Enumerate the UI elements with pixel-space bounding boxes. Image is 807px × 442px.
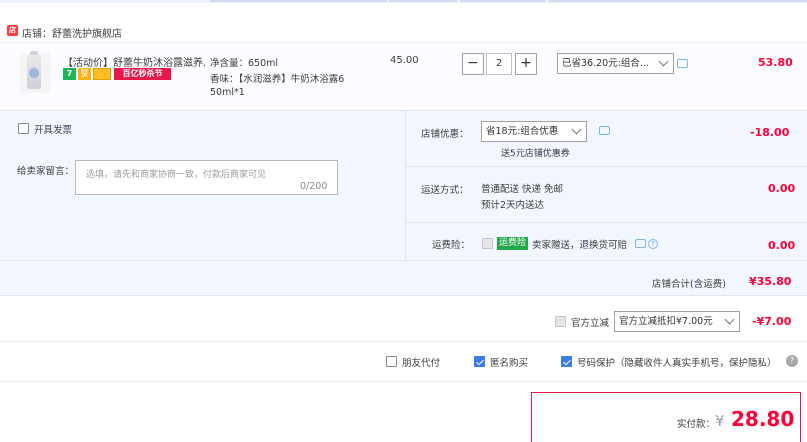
- shipping-amount: 0.00: [768, 182, 796, 195]
- store-discount-select[interactable]: 省18元:组合优惠: [481, 121, 587, 142]
- item-subtotal: 53.80: [758, 56, 793, 69]
- shipping-method: 普通配送 快递 免邮: [481, 184, 564, 195]
- spec-scent-cont: 50ml*1: [210, 87, 245, 98]
- order-options-panel: [0, 110, 807, 296]
- quantity-input[interactable]: 2: [486, 53, 512, 75]
- chevron-down-icon: [724, 314, 735, 325]
- freight-insurance-label: 运费险：: [432, 240, 471, 251]
- quantity-decrement-button[interactable]: −: [462, 53, 484, 75]
- panel-divider: [405, 166, 807, 167]
- product-image: [29, 68, 39, 78]
- store-discount-amount: -18.00: [750, 126, 790, 139]
- chevron-down-icon: [658, 56, 669, 67]
- section-divider: [0, 341, 807, 342]
- spec-net-content: 净含量：650ml: [210, 55, 278, 69]
- message-icon[interactable]: [677, 59, 688, 68]
- store-total-value: ¥35.80: [749, 275, 792, 288]
- payment-amount: 28.80: [731, 407, 795, 431]
- official-discount-select[interactable]: 官方立减抵扣¥7.00元: [614, 311, 740, 332]
- store-name[interactable]: 店铺：舒蕾洗护旗舰店: [22, 25, 122, 40]
- panel-divider: [405, 222, 807, 223]
- header-divider: [210, 0, 387, 2]
- chevron-down-icon: [571, 124, 582, 135]
- freight-insurance-text: 卖家赠送，退换货可赔: [532, 240, 628, 251]
- message-placeholder: 选填，请先和商家协商一致，付款后商家可见: [86, 170, 267, 180]
- freight-insurance-tag: 运费险: [497, 237, 529, 250]
- store-total-label: 店铺合计(含运费): [652, 279, 726, 290]
- product-title[interactable]: 【活动价】舒蕾牛奶沐浴露滋养...: [63, 54, 206, 69]
- seven-day-return-badge: 7: [63, 68, 76, 80]
- freight-insurance-amount: 0.00: [768, 239, 796, 252]
- panel-divider: [0, 260, 807, 261]
- spec-net-label: 净含量：: [210, 58, 249, 69]
- anonymous-label: 匿名购买: [490, 358, 529, 369]
- privacy-checkbox[interactable]: [561, 356, 572, 367]
- payment-currency: ¥: [715, 412, 725, 430]
- unit-price: 45.00: [390, 55, 419, 66]
- header-divider: [460, 0, 545, 2]
- official-discount-checkbox: [555, 316, 566, 327]
- store-discount-label: 店铺优惠：: [421, 129, 469, 140]
- store-icon: 店: [7, 25, 18, 36]
- spec-net-value: 650ml: [248, 58, 279, 69]
- store-discount-value: 省18元:组合优惠: [486, 126, 559, 137]
- message-icon[interactable]: [599, 126, 610, 135]
- help-icon[interactable]: ?: [648, 239, 658, 249]
- quality-badge: 赞: [78, 68, 91, 80]
- help-icon[interactable]: ?: [786, 355, 798, 367]
- invoice-checkbox[interactable]: [18, 123, 29, 134]
- message-char-count: 0/200: [300, 181, 328, 192]
- anonymous-checkbox[interactable]: [474, 356, 485, 367]
- official-discount-amount: -¥7.00: [752, 315, 792, 328]
- quantity-increment-button[interactable]: +: [515, 53, 537, 75]
- promo-badge: 百亿秒杀节: [114, 68, 171, 80]
- freight-insurance-checkbox: [482, 238, 493, 249]
- message-label: 给卖家留言：: [17, 166, 75, 177]
- panel-divider: [405, 110, 406, 260]
- privacy-label: 号码保护（隐藏收件人真实手机号，保护隐私）: [577, 358, 777, 369]
- friend-pay-label: 朋友代付: [402, 358, 441, 369]
- payment-label: 实付款：: [677, 419, 716, 430]
- item-discount-select[interactable]: 已省36.20元:组合...: [557, 53, 674, 74]
- item-discount-value: 已省36.20元:组合...: [562, 58, 649, 69]
- header-divider: [389, 0, 457, 2]
- shipping-label: 运送方式：: [421, 185, 469, 196]
- store-discount-note: 送5元店铺优惠券: [501, 149, 570, 159]
- official-discount-value: 官方立减抵扣¥7.00元: [619, 316, 713, 327]
- official-discount-label: 官方立减: [571, 318, 610, 329]
- header-divider: [549, 0, 807, 2]
- shipping-eta: 预计2天内送达: [481, 200, 545, 211]
- message-icon[interactable]: [635, 239, 646, 248]
- friend-pay-checkbox[interactable]: [386, 356, 397, 367]
- spec-scent: 香味：【水润滋养】牛奶沐浴露6: [210, 74, 345, 85]
- section-divider: [0, 381, 807, 382]
- credit-card-badge-icon: [93, 68, 111, 80]
- invoice-label: 开具发票: [34, 125, 73, 136]
